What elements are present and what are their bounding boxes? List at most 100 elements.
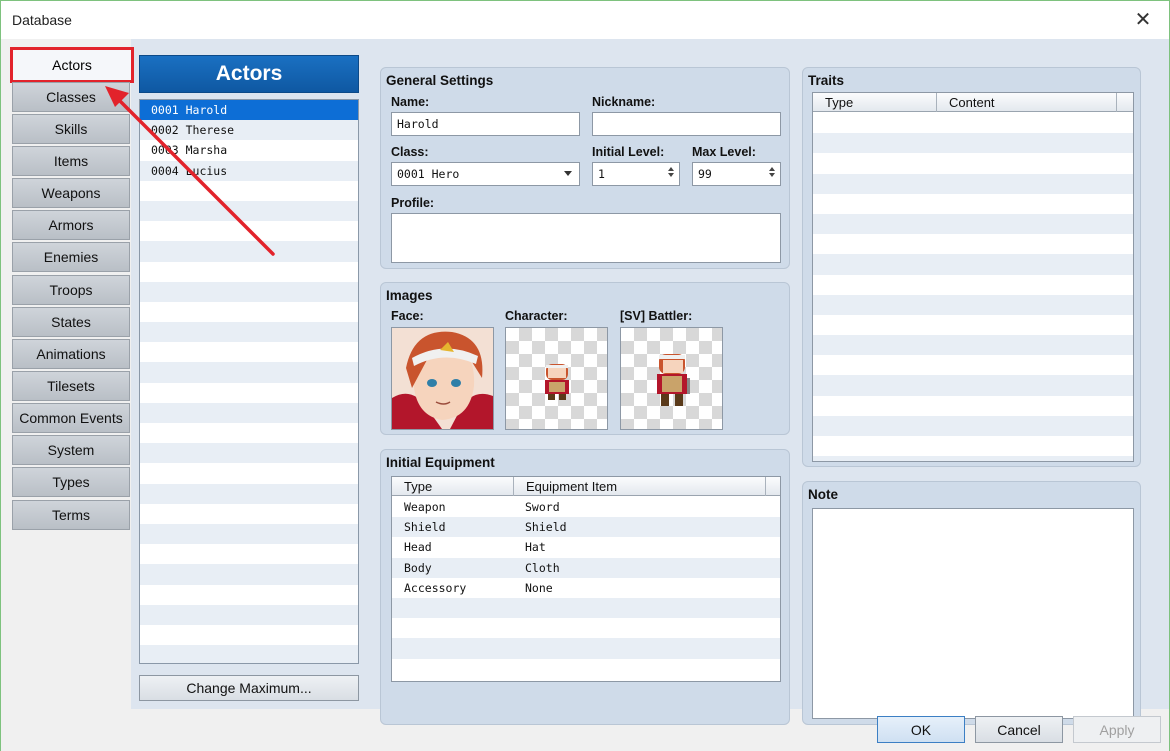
table-row[interactable]	[813, 375, 1133, 396]
nav-weapons[interactable]: Weapons	[12, 178, 130, 208]
battler-image[interactable]	[620, 327, 723, 430]
initial-equipment-group: Initial Equipment Type Equipment Item We…	[380, 449, 790, 725]
nav-enemies[interactable]: Enemies	[12, 242, 130, 272]
class-dropdown[interactable]: 0001 Hero	[391, 162, 580, 186]
table-row[interactable]	[813, 254, 1133, 275]
empty-list-row[interactable]	[140, 423, 358, 443]
table-row[interactable]	[813, 415, 1133, 436]
empty-list-row[interactable]	[140, 200, 358, 222]
table-row[interactable]	[392, 659, 780, 679]
column-header-equipment-item[interactable]: Equipment Item	[514, 477, 766, 496]
empty-list-row[interactable]	[140, 402, 358, 423]
empty-list-row[interactable]	[140, 302, 358, 322]
table-row[interactable]	[813, 133, 1133, 154]
nav-animations[interactable]: Animations	[12, 339, 130, 369]
table-row[interactable]	[813, 315, 1133, 335]
apply-button[interactable]: Apply	[1073, 716, 1161, 743]
nav-actors[interactable]: Actors	[10, 47, 134, 83]
character-image[interactable]	[505, 327, 608, 430]
empty-list-row[interactable]	[140, 362, 358, 383]
actor-list-item[interactable]: 0002 Therese	[140, 120, 358, 141]
table-row[interactable]	[813, 456, 1133, 461]
table-row[interactable]	[392, 597, 780, 619]
actor-list-item[interactable]: 0004 Lucius	[140, 160, 358, 181]
nav-states[interactable]: States	[12, 307, 130, 337]
table-row[interactable]	[392, 618, 780, 638]
table-row[interactable]	[813, 294, 1133, 315]
table-row[interactable]	[813, 335, 1133, 356]
table-row[interactable]	[813, 234, 1133, 254]
close-icon[interactable]: ✕	[1131, 7, 1155, 32]
empty-list-row[interactable]	[140, 604, 358, 625]
note-textarea[interactable]	[812, 508, 1134, 719]
empty-list-row[interactable]	[140, 544, 358, 564]
empty-list-row[interactable]	[140, 322, 358, 343]
nav-common-events[interactable]: Common Events	[12, 403, 130, 433]
empty-list-row[interactable]	[140, 585, 358, 605]
equipment-table[interactable]: Type Equipment Item Weapon Sword Shield Sh…	[391, 476, 781, 682]
nav-skills[interactable]: Skills	[12, 114, 130, 144]
table-row[interactable]	[813, 173, 1133, 194]
spinner-arrows-icon[interactable]	[667, 165, 675, 183]
empty-list-row[interactable]	[140, 241, 358, 262]
actor-list-item[interactable]: 0001 Harold	[140, 100, 358, 121]
table-row[interactable]: Weapon Sword	[392, 497, 780, 517]
empty-list-row[interactable]	[140, 443, 358, 464]
column-header-type[interactable]: Type	[392, 477, 514, 496]
nav-system[interactable]: System	[12, 435, 130, 465]
max-level-stepper[interactable]: 99	[692, 162, 781, 186]
cancel-button[interactable]: Cancel	[975, 716, 1063, 743]
table-row[interactable]	[813, 194, 1133, 214]
empty-list-row[interactable]	[140, 342, 358, 362]
actors-list[interactable]: 0001 Harold 0002 Therese 0003 Marsha 000…	[139, 99, 359, 664]
table-row[interactable]	[813, 355, 1133, 375]
general-settings-title: General Settings	[386, 73, 494, 88]
spinner-arrows-icon[interactable]	[768, 165, 776, 183]
table-row[interactable]: Accessory None	[392, 578, 780, 598]
empty-list-row[interactable]	[140, 523, 358, 545]
column-header-content[interactable]: Content	[937, 93, 1117, 112]
face-image[interactable]	[391, 327, 494, 430]
nav-tilesets[interactable]: Tilesets	[12, 371, 130, 401]
max-level-value: 99	[698, 167, 712, 181]
title-bar: Database ✕	[1, 1, 1169, 39]
empty-list-row[interactable]	[140, 625, 358, 645]
empty-list-row[interactable]	[140, 463, 358, 483]
equipment-table-header: Type Equipment Item	[392, 477, 780, 496]
table-row[interactable]	[813, 113, 1133, 133]
empty-list-row[interactable]	[140, 221, 358, 241]
empty-list-row[interactable]	[140, 564, 358, 585]
nav-items[interactable]: Items	[12, 146, 130, 176]
initial-level-stepper[interactable]: 1	[592, 162, 680, 186]
table-row[interactable]: Body Cloth	[392, 557, 780, 578]
nickname-field[interactable]	[592, 112, 781, 136]
empty-list-row[interactable]	[140, 181, 358, 201]
ok-button[interactable]: OK	[877, 716, 965, 743]
profile-textarea[interactable]	[391, 213, 781, 263]
table-row[interactable]: Shield Shield	[392, 517, 780, 538]
name-field[interactable]: Harold	[391, 112, 580, 136]
empty-list-row[interactable]	[140, 645, 358, 663]
table-row[interactable]	[813, 436, 1133, 456]
empty-list-row[interactable]	[140, 281, 358, 302]
table-row[interactable]	[813, 153, 1133, 173]
nav-terms[interactable]: Terms	[12, 500, 130, 530]
nav-classes[interactable]: Classes	[12, 82, 130, 112]
empty-list-row[interactable]	[140, 383, 358, 403]
empty-list-row[interactable]	[140, 504, 358, 524]
table-row[interactable]	[813, 275, 1133, 295]
nav-troops[interactable]: Troops	[12, 275, 130, 305]
nickname-label: Nickname:	[592, 95, 656, 109]
table-row[interactable]: Head Hat	[392, 537, 780, 557]
nav-armors[interactable]: Armors	[12, 210, 130, 240]
change-maximum-button[interactable]: Change Maximum...	[139, 675, 359, 701]
traits-table[interactable]: Type Content	[812, 92, 1134, 462]
empty-list-row[interactable]	[140, 483, 358, 504]
empty-list-row[interactable]	[140, 262, 358, 282]
column-header-type[interactable]: Type	[813, 93, 937, 112]
table-row[interactable]	[813, 396, 1133, 416]
nav-types[interactable]: Types	[12, 467, 130, 497]
actor-list-item[interactable]: 0003 Marsha	[140, 140, 358, 160]
table-row[interactable]	[392, 638, 780, 659]
table-row[interactable]	[813, 213, 1133, 235]
